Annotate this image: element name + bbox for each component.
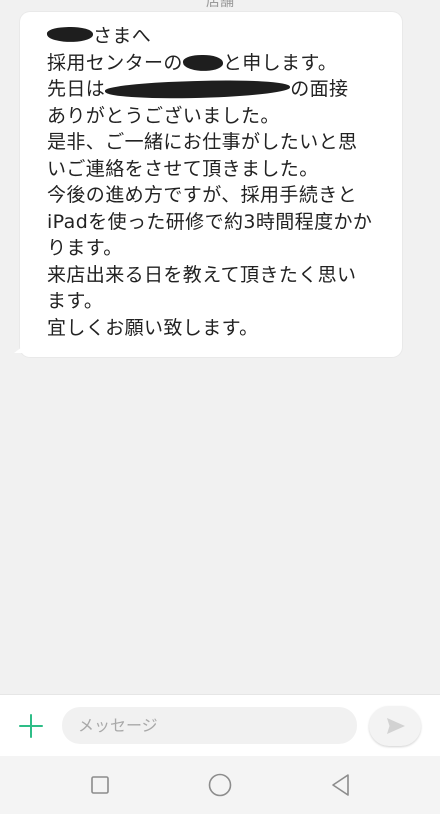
message-line: 今後の進め方ですが、採用手続きと [47,184,358,206]
back-icon [332,774,349,796]
back-button[interactable] [328,772,354,798]
redaction-mark [104,77,291,102]
message-segment: 採用センターの [47,51,183,74]
message-line: 採用センターの と申します。 [47,50,387,77]
message-line: さまへ [46,23,387,50]
message-text: さまへ 採用センターの と申します。 先日は の面接 ありがとうございました。 是非… [46,23,387,341]
message-input[interactable] [62,707,357,744]
message-line: いご連絡をさせて頂きました。 [47,157,319,180]
home-button[interactable] [207,772,233,798]
send-icon [387,718,405,734]
message-segment: の面接 [290,78,349,100]
recent-apps-button[interactable] [87,772,113,798]
message-line: 来店出来る日を教えて頂きたく思い [47,263,357,286]
message-line: 宜しくお願い致します。 [47,316,259,339]
message-bubble: さまへ 採用センターの と申します。 先日は の面接 ありがとうございました。 是非… [14,12,402,357]
home-icon [208,773,232,797]
conversation-title: 店舗 [206,0,234,10]
message-segment: さまへ [93,25,152,47]
message-line: ります。 [47,237,123,259]
send-button[interactable] [369,706,421,746]
message-line: iPadを使った研修で約3時間程度かか [47,210,373,233]
message-composer [0,694,440,756]
redaction-mark [46,26,94,43]
redaction-mark [182,54,224,72]
chat-screen: 店舗 さまへ 採用センターの と申します。 先日は の面接 ありがとうございました。… [0,0,440,814]
message-line: ありがとうございました。 [47,104,280,127]
system-navbar [0,756,440,814]
recent-apps-icon [91,776,109,794]
message-line: 先日は の面接 [47,76,387,103]
message-line: 是非、ご一緒にお仕事がしたいと思 [47,131,358,153]
message-line: ます。 [47,290,104,312]
message-segment: と申します。 [222,51,338,74]
add-attachment-button[interactable] [17,712,45,740]
message-segment: 先日は [47,78,106,100]
